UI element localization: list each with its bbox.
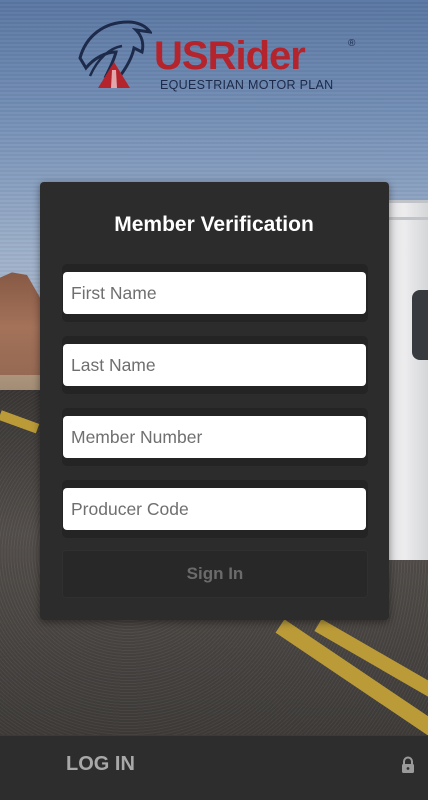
first-name-input[interactable]: [63, 272, 366, 314]
brand-wordmark: USRider: [154, 34, 306, 78]
sign-in-label: Sign In: [186, 564, 244, 583]
sign-in-button[interactable]: Sign In: [62, 550, 368, 598]
producer-code-input[interactable]: [63, 488, 366, 530]
card-title: Member Verification: [114, 213, 314, 236]
member-number-input[interactable]: [63, 416, 366, 458]
log-in-label[interactable]: LOG IN: [66, 753, 135, 776]
lock-icon: [402, 756, 414, 773]
registered-mark: ®: [348, 38, 356, 49]
brand-tagline: EQUESTRIAN MOTOR PLAN: [160, 78, 334, 92]
brand-rider: Rider: [207, 34, 306, 78]
bottom-bar[interactable]: [0, 735, 428, 800]
last-name-input[interactable]: [63, 344, 366, 386]
usrider-logo: USRider ® EQUESTRIAN MOTOR PLAN: [76, 18, 356, 94]
brand-us: US: [154, 34, 209, 78]
horse-head-icon: [78, 20, 152, 88]
